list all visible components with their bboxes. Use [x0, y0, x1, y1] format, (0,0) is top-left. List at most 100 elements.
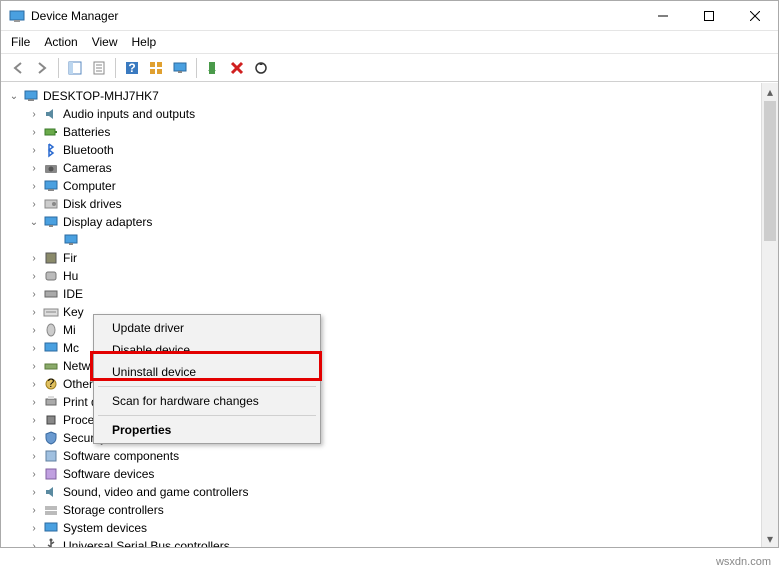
- enable-icon[interactable]: [202, 57, 224, 79]
- disable-x-icon[interactable]: [226, 57, 248, 79]
- menu-file[interactable]: File: [11, 35, 30, 49]
- tree-node[interactable]: ›System devices: [3, 519, 776, 537]
- toolbar-divider: [196, 58, 197, 78]
- tree-node[interactable]: › Hu: [3, 267, 776, 285]
- expand-icon[interactable]: ›: [27, 377, 41, 391]
- expand-icon[interactable]: ›: [27, 539, 41, 547]
- show-hidden-icon[interactable]: [64, 57, 86, 79]
- scroll-down-icon[interactable]: ▾: [762, 530, 778, 547]
- scrollbar-thumb[interactable]: [764, 101, 776, 241]
- expand-icon[interactable]: ›: [27, 395, 41, 409]
- vertical-scrollbar[interactable]: ▴ ▾: [761, 83, 778, 547]
- menu-action[interactable]: Action: [44, 35, 77, 49]
- expand-icon[interactable]: ›: [27, 143, 41, 157]
- grid-icon[interactable]: [145, 57, 167, 79]
- tree-label: Software components: [63, 449, 179, 463]
- toolbar: ?: [1, 54, 778, 82]
- tree-node[interactable]: › Disk drives: [3, 195, 776, 213]
- tree-node[interactable]: ⌄ DESKTOP-MHJ7HK7: [3, 87, 776, 105]
- expand-icon[interactable]: ›: [27, 341, 41, 355]
- battery-icon: [43, 124, 59, 140]
- display-icon: [63, 232, 79, 248]
- expand-icon[interactable]: ›: [27, 197, 41, 211]
- tree-label: Hu: [63, 269, 78, 283]
- app-icon: [9, 8, 25, 24]
- tree-node[interactable]: ›Batteries: [3, 123, 776, 141]
- mouse-icon: [43, 322, 59, 338]
- menu-view[interactable]: View: [92, 35, 118, 49]
- forward-icon[interactable]: [31, 57, 53, 79]
- tree-node[interactable]: › Sound, video and game controllers: [3, 483, 776, 501]
- help-icon[interactable]: ?: [121, 57, 143, 79]
- toolbar-divider: [58, 58, 59, 78]
- expand-icon[interactable]: ›: [27, 485, 41, 499]
- firmware-icon: [43, 250, 59, 266]
- tree-label: Mi: [63, 323, 76, 337]
- menu-separator: [98, 415, 316, 416]
- expand-icon[interactable]: ›: [27, 503, 41, 517]
- expand-icon[interactable]: ⌄: [7, 89, 21, 103]
- expand-icon[interactable]: ›: [27, 251, 41, 265]
- tree-node[interactable]: ›Fir: [3, 249, 776, 267]
- expand-icon[interactable]: ›: [27, 179, 41, 193]
- expand-icon[interactable]: ›: [27, 359, 41, 373]
- expand-icon[interactable]: ›: [27, 467, 41, 481]
- disk-icon: [43, 196, 59, 212]
- tree-label: IDE: [63, 287, 83, 301]
- expand-icon[interactable]: ›: [27, 107, 41, 121]
- expand-icon[interactable]: ›: [27, 161, 41, 175]
- menu-item-update-driver[interactable]: Update driver: [96, 317, 318, 339]
- system-icon: [43, 520, 59, 536]
- tree-node[interactable]: [3, 231, 776, 249]
- tree-node[interactable]: ›Cameras: [3, 159, 776, 177]
- menu-help[interactable]: Help: [132, 35, 157, 49]
- tree-node[interactable]: › IDE: [3, 285, 776, 303]
- expand-icon[interactable]: ›: [27, 305, 41, 319]
- expand-icon[interactable]: ›: [27, 521, 41, 535]
- expand-icon[interactable]: ›: [27, 287, 41, 301]
- tree-panel: ⌄ DESKTOP-MHJ7HK7 ›Audio inputs and output…: [1, 82, 778, 547]
- menu-item-uninstall-device[interactable]: Uninstall device: [96, 361, 318, 383]
- tree-label: Computer: [63, 179, 116, 193]
- tree-node[interactable]: ›Storage controllers: [3, 501, 776, 519]
- expand-icon[interactable]: ›: [27, 125, 41, 139]
- tree-node[interactable]: › Software components: [3, 447, 776, 465]
- back-icon[interactable]: [7, 57, 29, 79]
- context-menu: Update driverDisable deviceUninstall dev…: [93, 314, 321, 444]
- tree-label: Key: [63, 305, 84, 319]
- tree-label: DESKTOP-MHJ7HK7: [43, 89, 159, 103]
- tree-node[interactable]: ⌄Display adapters: [3, 213, 776, 231]
- toolbar-divider: [115, 58, 116, 78]
- computer-icon: [43, 178, 59, 194]
- sound-icon: [43, 484, 59, 500]
- maximize-button[interactable]: [686, 1, 732, 30]
- tree-node[interactable]: ›Software devices: [3, 465, 776, 483]
- menu-item-scan-for-hardware-changes[interactable]: Scan for hardware changes: [96, 390, 318, 412]
- tree-node[interactable]: ›Audio inputs and outputs: [3, 105, 776, 123]
- menu-item-properties[interactable]: Properties: [96, 419, 318, 441]
- usb-icon: [43, 538, 59, 547]
- tree-label: Disk drives: [63, 197, 122, 211]
- expand-icon[interactable]: ⌄: [27, 215, 41, 229]
- minimize-button[interactable]: [640, 1, 686, 30]
- scroll-up-icon[interactable]: ▴: [762, 83, 778, 100]
- properties-icon[interactable]: [88, 57, 110, 79]
- expand-icon[interactable]: ›: [27, 269, 41, 283]
- device-manager-window: Device Manager File Action View Help ? ⌄…: [0, 0, 779, 548]
- expand-icon[interactable]: ›: [27, 449, 41, 463]
- hid-icon: [43, 268, 59, 284]
- tree-label: Bluetooth: [63, 143, 114, 157]
- tree-node[interactable]: › Computer: [3, 177, 776, 195]
- other-icon: ?: [43, 376, 59, 392]
- tree-node[interactable]: › Bluetooth: [3, 141, 776, 159]
- tree-node[interactable]: ›Universal Serial Bus controllers: [3, 537, 776, 547]
- tree-label: Sound, video and game controllers: [63, 485, 248, 499]
- menu-item-disable-device[interactable]: Disable device: [96, 339, 318, 361]
- update-driver-icon[interactable]: [250, 57, 272, 79]
- monitor-icon[interactable]: [169, 57, 191, 79]
- expand-icon[interactable]: ›: [27, 323, 41, 337]
- expand-icon[interactable]: ›: [27, 413, 41, 427]
- monitor-icon: [43, 340, 59, 356]
- expand-icon[interactable]: ›: [27, 431, 41, 445]
- close-button[interactable]: [732, 1, 778, 30]
